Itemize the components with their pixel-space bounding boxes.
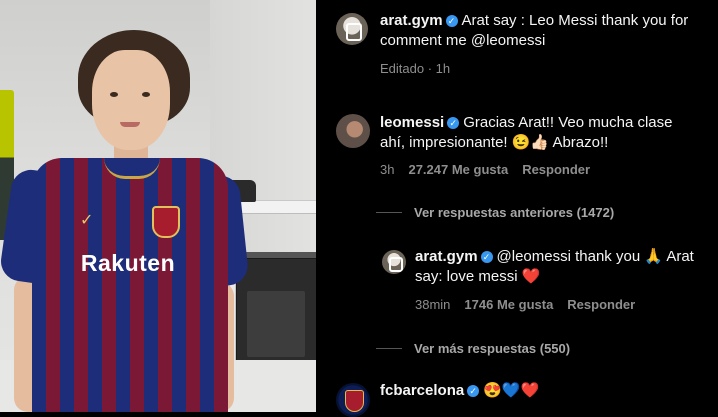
post-caption: arat.gym ✓ Arat say : Leo Messi thank you … <box>380 11 710 51</box>
comment-likes[interactable]: 1746 Me gusta <box>464 297 553 312</box>
caption-text-line2: comment me @leomessi <box>380 32 546 49</box>
comment-username[interactable]: arat.gym <box>415 248 478 265</box>
arat-reply-avatar[interactable] <box>382 250 406 274</box>
heart-emoji: ❤️ <box>521 268 541 285</box>
view-previous-replies-link[interactable]: Ver respuestas anteriores (1472) <box>376 205 614 220</box>
comment-text-tail: Abrazo!! <box>552 134 609 151</box>
comment-username[interactable]: fcbarcelona <box>380 382 464 399</box>
comment-arat-reply: arat.gym ✓ @leomessi thank you 🙏 Arat say:… <box>415 247 715 287</box>
comment-time: 3h <box>380 162 395 177</box>
verified-badge-icon: ✓ <box>445 15 458 27</box>
caption-text-line1: Arat say : Leo Messi thank you for <box>461 12 689 29</box>
reply-button[interactable]: Responder <box>567 297 635 312</box>
comment-text-line2: say: love messi <box>415 268 518 285</box>
wink-thumbs-emoji: 😉👍🏻 <box>511 134 550 151</box>
hearts-emoji: 😍💙❤️ <box>483 382 540 399</box>
fcb-crest-icon <box>152 206 180 238</box>
comment-likes[interactable]: 27.247 Me gusta <box>408 162 508 177</box>
comment-meta: 3h 27.247 Me gusta Responder <box>380 162 590 178</box>
child-eye-left <box>110 92 118 97</box>
comment-text-line1: @leomessi thank you 🙏 Arat <box>496 248 694 265</box>
jersey-sponsor: Rakuten <box>80 250 176 276</box>
post-photo[interactable]: ✓ Rakuten <box>0 0 316 412</box>
verified-badge-icon: ✓ <box>447 117 460 129</box>
reply-button[interactable]: Responder <box>522 162 590 177</box>
child-eye-right <box>142 92 150 97</box>
child-face <box>92 50 170 150</box>
comment-leomessi: leomessi ✓ Gracias Arat!! Veo mucha clase … <box>380 113 710 153</box>
comment-text-line1: Gracias Arat!! Veo mucha clase <box>463 114 673 131</box>
caption-username[interactable]: arat.gym <box>380 12 443 29</box>
child-mouth <box>120 122 140 127</box>
view-more-replies-link[interactable]: Ver más respuestas (550) <box>376 341 570 356</box>
verified-badge-icon: ✓ <box>467 385 480 397</box>
child-figure: ✓ Rakuten <box>0 0 316 412</box>
comment-time: 38min <box>415 297 451 312</box>
barcelona-jersey <box>32 158 228 412</box>
arat-avatar[interactable] <box>336 13 368 45</box>
leomessi-avatar[interactable] <box>336 114 370 148</box>
comment-username[interactable]: leomessi <box>380 114 444 131</box>
comment-fcbarcelona: fcbarcelona ✓ 😍💙❤️ <box>380 381 710 401</box>
nike-swoosh-icon: ✓ <box>80 212 94 229</box>
comments-panel: arat.gym ✓ Arat say : Leo Messi thank you … <box>316 0 718 417</box>
verified-badge-icon: ✓ <box>480 251 493 263</box>
comment-meta: 38min 1746 Me gusta Responder <box>415 297 635 313</box>
comment-text-line2: ahí, impresionante! <box>380 134 508 151</box>
caption-edited: Editado · 1h <box>380 61 451 76</box>
